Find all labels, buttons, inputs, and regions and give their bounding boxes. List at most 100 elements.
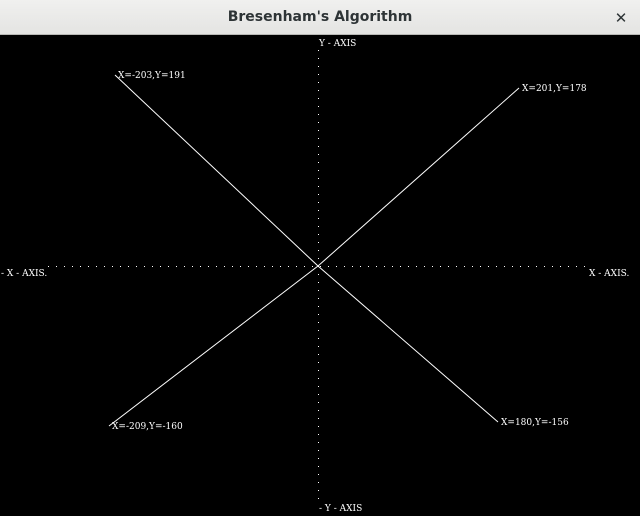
x-axis-dot (528, 266, 529, 267)
y-axis-label: Y - AXIS (318, 39, 356, 49)
y-axis-dot (318, 146, 319, 147)
x-axis-dot (72, 266, 73, 267)
x-axis-dot (584, 266, 585, 267)
x-axis-dot (232, 266, 233, 267)
x-axis-dot (440, 266, 441, 267)
y-axis-dot (318, 426, 319, 427)
plot-svg: X=-203,Y=191 X=201,Y=178 X=-209,Y=-160 X=18… (0, 36, 640, 516)
x-axis-dot (456, 266, 457, 267)
x-axis-dot (64, 266, 65, 267)
x-axis-dot (328, 266, 329, 267)
x-axis-dot (152, 266, 153, 267)
x-axis-dot (512, 266, 513, 267)
x-axis-dot (368, 266, 369, 267)
x-axis-dot (288, 266, 289, 267)
x-axis-dot (192, 266, 193, 267)
x-axis-dot (48, 266, 49, 267)
y-axis-dot (318, 218, 319, 219)
x-axis-dot (432, 266, 433, 267)
canvas-background (0, 36, 640, 516)
x-axis-dot (488, 266, 489, 267)
y-axis-dot (318, 434, 319, 435)
y-axis-dot (318, 58, 319, 59)
x-axis-dot (128, 266, 129, 267)
y-axis-dot (318, 250, 319, 251)
y-axis-dot (318, 178, 319, 179)
close-icon[interactable]: ✕ (610, 7, 632, 29)
x-axis-dot (384, 266, 385, 267)
y-axis-dot (318, 298, 319, 299)
x-axis-dot (224, 266, 225, 267)
x-axis-dot (160, 266, 161, 267)
x-axis-dot (96, 266, 97, 267)
x-axis-dot (496, 266, 497, 267)
x-axis-dot (344, 266, 345, 267)
x-axis-dot (336, 266, 337, 267)
y-axis-dot (318, 274, 319, 275)
x-axis-dot (304, 266, 305, 267)
y-axis-dot (318, 90, 319, 91)
y-axis-dot (318, 314, 319, 315)
y-axis-dot (318, 370, 319, 371)
y-axis-dot (318, 66, 319, 67)
x-axis-dot (216, 266, 217, 267)
y-axis-dot (318, 170, 319, 171)
x-axis-dot (136, 266, 137, 267)
x-axis-dot (112, 266, 113, 267)
y-axis-dot (318, 114, 319, 115)
x-axis-dot (552, 266, 553, 267)
endpoint-label-3: X=-209,Y=-160 (112, 422, 183, 432)
y-axis-dot (318, 194, 319, 195)
x-axis-dot (464, 266, 465, 267)
x-axis-dot (168, 266, 169, 267)
y-axis-dot (318, 498, 319, 499)
y-axis-dot (318, 482, 319, 483)
y-axis-dot (318, 138, 319, 139)
x-axis-dot (200, 266, 201, 267)
y-axis-dot (318, 330, 319, 331)
y-axis-dot (318, 82, 319, 83)
x-axis-dot (400, 266, 401, 267)
y-axis-dot (318, 474, 319, 475)
y-axis-dot (318, 290, 319, 291)
y-axis-dot (318, 282, 319, 283)
window-title: Bresenham's Algorithm (227, 9, 413, 25)
x-axis-dot (560, 266, 561, 267)
endpoint-label-4: X=180,Y=-156 (501, 418, 569, 428)
x-axis-dot (176, 266, 177, 267)
y-axis-dot (318, 98, 319, 99)
x-axis-dot (104, 266, 105, 267)
title-bar[interactable]: Bresenham's Algorithm ✕ (0, 0, 640, 35)
negative-y-axis-label: - Y - AXIS (319, 504, 362, 514)
y-axis-dot (318, 106, 319, 107)
y-axis-dot (318, 442, 319, 443)
y-axis-dot (318, 306, 319, 307)
y-axis-dot (318, 234, 319, 235)
x-axis-dot (208, 266, 209, 267)
x-axis-dot (256, 266, 257, 267)
app-window: Bresenham's Algorithm ✕ X=-203,Y=191 X=20… (0, 0, 640, 516)
y-axis-dot (318, 450, 319, 451)
x-axis-dot (536, 266, 537, 267)
drawing-canvas: X=-203,Y=191 X=201,Y=178 X=-209,Y=-160 X=18… (0, 36, 640, 516)
endpoint-label-2: X=201,Y=178 (522, 84, 587, 94)
y-axis-dot (318, 50, 319, 51)
y-axis-dot (318, 378, 319, 379)
x-axis-dot (472, 266, 473, 267)
x-axis-dot (392, 266, 393, 267)
x-axis-dot (504, 266, 505, 267)
x-axis-dot (352, 266, 353, 267)
y-axis-dot (318, 130, 319, 131)
endpoint-label-1: X=-203,Y=191 (118, 71, 186, 81)
x-axis-dot (240, 266, 241, 267)
x-axis-dot (184, 266, 185, 267)
x-axis-dot (576, 266, 577, 267)
y-axis-dot (318, 402, 319, 403)
y-axis-dot (318, 210, 319, 211)
x-axis-dot (448, 266, 449, 267)
y-axis-dot (318, 410, 319, 411)
x-axis-dot (320, 266, 321, 267)
y-axis-dot (318, 226, 319, 227)
x-axis-dot (480, 266, 481, 267)
x-axis-dot (272, 266, 273, 267)
